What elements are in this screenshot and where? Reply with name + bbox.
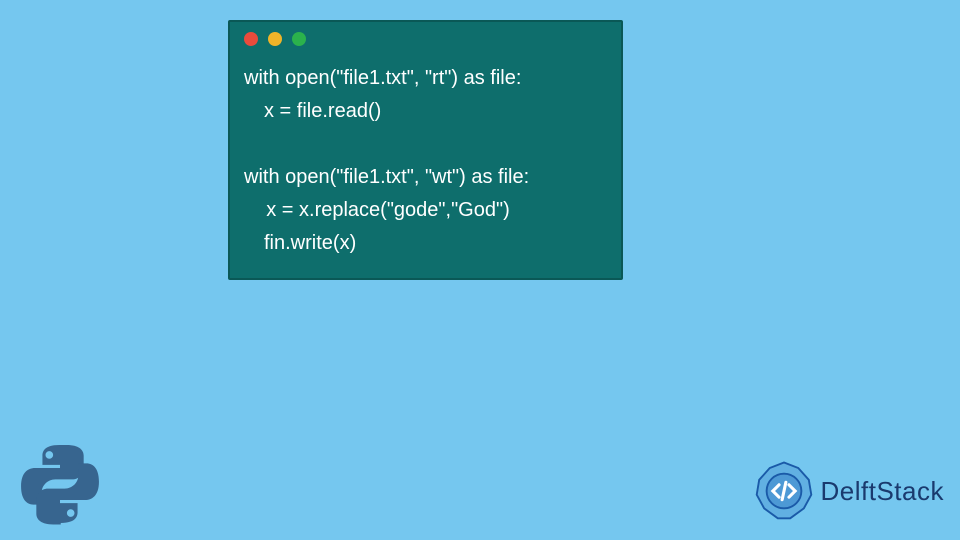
code-line: with open("file1.txt", "wt") as file: [244, 166, 529, 188]
code-block: with open("file1.txt", "rt") as file: x … [230, 56, 621, 278]
minimize-icon [268, 32, 282, 46]
code-line: x = file.read() [244, 100, 381, 122]
delftstack-icon [753, 460, 815, 522]
brand-name: DelftStack [821, 476, 945, 507]
python-logo-icon [18, 442, 102, 526]
delftstack-logo: DelftStack [753, 460, 945, 522]
close-icon [244, 32, 258, 46]
maximize-icon [292, 32, 306, 46]
code-window: with open("file1.txt", "rt") as file: x … [228, 20, 623, 280]
code-line: with open("file1.txt", "rt") as file: [244, 67, 521, 89]
code-line: x = x.replace("gode","God") [244, 199, 510, 221]
code-line: fin.write(x) [244, 232, 356, 254]
window-titlebar [230, 22, 621, 56]
code-line [244, 133, 264, 155]
